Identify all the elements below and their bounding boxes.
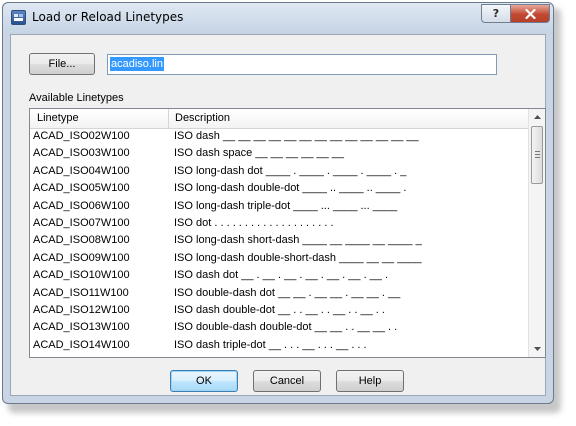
column-header-linetype[interactable]: Linetype bbox=[30, 109, 169, 128]
list-row[interactable]: ACAD_ISO02W100 ISO dash __ __ __ __ __ __… bbox=[30, 128, 528, 145]
list-rows: ACAD_ISO02W100 ISO dash __ __ __ __ __ __… bbox=[30, 128, 528, 354]
list-row[interactable]: ACAD_ISO04W100 ISO long-dash dot ____ . _… bbox=[30, 163, 528, 180]
file-button-label: File... bbox=[48, 58, 76, 70]
title-bar[interactable]: Load or Reload Linetypes ? bbox=[3, 3, 553, 33]
linetype-name: ACAD_ISO06W100 bbox=[33, 199, 130, 212]
file-button[interactable]: File... bbox=[29, 53, 95, 75]
thumb-grip-line bbox=[535, 157, 540, 158]
ok-button-label: OK bbox=[196, 375, 212, 387]
linetype-name: ACAD_ISO12W100 bbox=[33, 303, 130, 316]
cancel-button-label: Cancel bbox=[269, 375, 305, 387]
list-row[interactable]: ACAD_ISO14W100 ISO dash triple-dot __ . .… bbox=[30, 337, 528, 354]
close-icon bbox=[524, 8, 536, 19]
list-row[interactable]: ACAD_ISO12W100 ISO dash double-dot __ . .… bbox=[30, 302, 528, 319]
help-button[interactable]: Help bbox=[336, 370, 404, 392]
linetype-name: ACAD_ISO03W100 bbox=[33, 147, 130, 160]
linetype-description: ISO long-dash dot ____ . ____ . ____ . _… bbox=[174, 164, 407, 177]
linetype-name: ACAD_ISO05W100 bbox=[33, 182, 130, 195]
linetype-description: ISO double-dash double-dot __ __ . . __ … bbox=[174, 321, 398, 334]
dialog-body: File... acadiso.lin Available Linetypes … bbox=[10, 34, 546, 396]
app-icon bbox=[11, 10, 26, 25]
column-header-description[interactable]: Description bbox=[169, 109, 528, 128]
linetype-name: ACAD_ISO14W100 bbox=[33, 338, 130, 351]
linetype-description: ISO dash dot __ . __ . __ . __ . __ . __… bbox=[174, 269, 389, 282]
thumb-grip-line bbox=[535, 151, 540, 152]
scroll-up-arrow-icon bbox=[533, 115, 541, 119]
cancel-button[interactable]: Cancel bbox=[253, 370, 321, 392]
linetype-description: ISO long-dash short-dash ____ __ ____ __… bbox=[174, 234, 422, 247]
title-close-button[interactable] bbox=[510, 4, 550, 23]
linetype-list[interactable]: Linetype Description ACAD_ISO02W100 ISO d… bbox=[29, 108, 546, 358]
list-row[interactable]: ACAD_ISO11W100 ISO double-dash dot __ __ … bbox=[30, 285, 528, 302]
scroll-down-button[interactable] bbox=[529, 341, 545, 357]
linetype-name: ACAD_ISO13W100 bbox=[33, 321, 130, 334]
linetype-description: ISO long-dash double-short-dash ____ __ … bbox=[174, 251, 422, 264]
linetype-name: ACAD_ISO04W100 bbox=[33, 164, 130, 177]
linetype-description: ISO dash space __ __ __ __ __ __ bbox=[174, 147, 345, 160]
available-linetypes-label: Available Linetypes bbox=[29, 92, 124, 104]
ok-button[interactable]: OK bbox=[170, 370, 238, 392]
list-row[interactable]: ACAD_ISO06W100 ISO long-dash triple-dot _… bbox=[30, 198, 528, 215]
linetype-description: ISO double-dash dot __ __ . __ __ . __ _… bbox=[174, 286, 401, 299]
help-button-label: Help bbox=[358, 375, 382, 387]
linetype-description: ISO long-dash triple-dot ____ ... ____ .… bbox=[174, 199, 398, 212]
linetype-name: ACAD_ISO11W100 bbox=[33, 286, 129, 299]
file-name-selected-text: acadiso.lin bbox=[110, 57, 164, 71]
linetype-name: ACAD_ISO02W100 bbox=[33, 130, 130, 142]
list-row[interactable]: ACAD_ISO13W100 ISO double-dash double-dot… bbox=[30, 319, 528, 336]
linetype-name: ACAD_ISO07W100 bbox=[33, 216, 130, 229]
list-row[interactable]: ACAD_ISO09W100 ISO long-dash double-short… bbox=[30, 250, 528, 267]
list-row[interactable]: ACAD_ISO03W100 ISO dash space __ __ __ __… bbox=[30, 145, 528, 162]
linetype-description: ISO long-dash double-dot ____ .. ____ ..… bbox=[174, 182, 407, 195]
linetype-description: ISO dash triple-dot __ . . . __ . . . __… bbox=[174, 338, 367, 351]
linetype-name: ACAD_ISO08W100 bbox=[33, 234, 130, 247]
scroll-up-button[interactable] bbox=[529, 109, 545, 125]
linetype-description: ISO dash double-dot __ . . __ . . __ . .… bbox=[174, 303, 385, 316]
linetype-description: ISO dot . . . . . . . . . . . . . . . . … bbox=[174, 216, 334, 229]
linetype-name: ACAD_ISO10W100 bbox=[33, 269, 130, 282]
list-header: Linetype Description bbox=[30, 109, 528, 129]
list-row[interactable]: ACAD_ISO07W100 ISO dot . . . . . . . . . … bbox=[30, 215, 528, 232]
list-row[interactable]: ACAD_ISO08W100 ISO long-dash short-dash _… bbox=[30, 232, 528, 249]
thumb-grip-line bbox=[535, 154, 540, 155]
list-row[interactable]: ACAD_ISO10W100 ISO dash dot __ . __ . __ … bbox=[30, 267, 528, 284]
linetype-description: ISO dash __ __ __ __ __ __ __ __ __ __ _… bbox=[174, 130, 419, 142]
window-title: Load or Reload Linetypes bbox=[32, 10, 184, 24]
title-help-button[interactable]: ? bbox=[481, 4, 511, 23]
scrollbar-thumb[interactable] bbox=[531, 126, 543, 184]
vertical-scrollbar[interactable] bbox=[528, 109, 545, 357]
dialog-window: Load or Reload Linetypes ? File... acadi… bbox=[2, 2, 554, 404]
list-row[interactable]: ACAD_ISO05W100 ISO long-dash double-dot _… bbox=[30, 180, 528, 197]
file-name-field[interactable]: acadiso.lin bbox=[107, 54, 497, 75]
linetype-name: ACAD_ISO09W100 bbox=[33, 251, 130, 264]
scroll-down-arrow-icon bbox=[533, 347, 541, 351]
help-question-label: ? bbox=[492, 7, 500, 20]
